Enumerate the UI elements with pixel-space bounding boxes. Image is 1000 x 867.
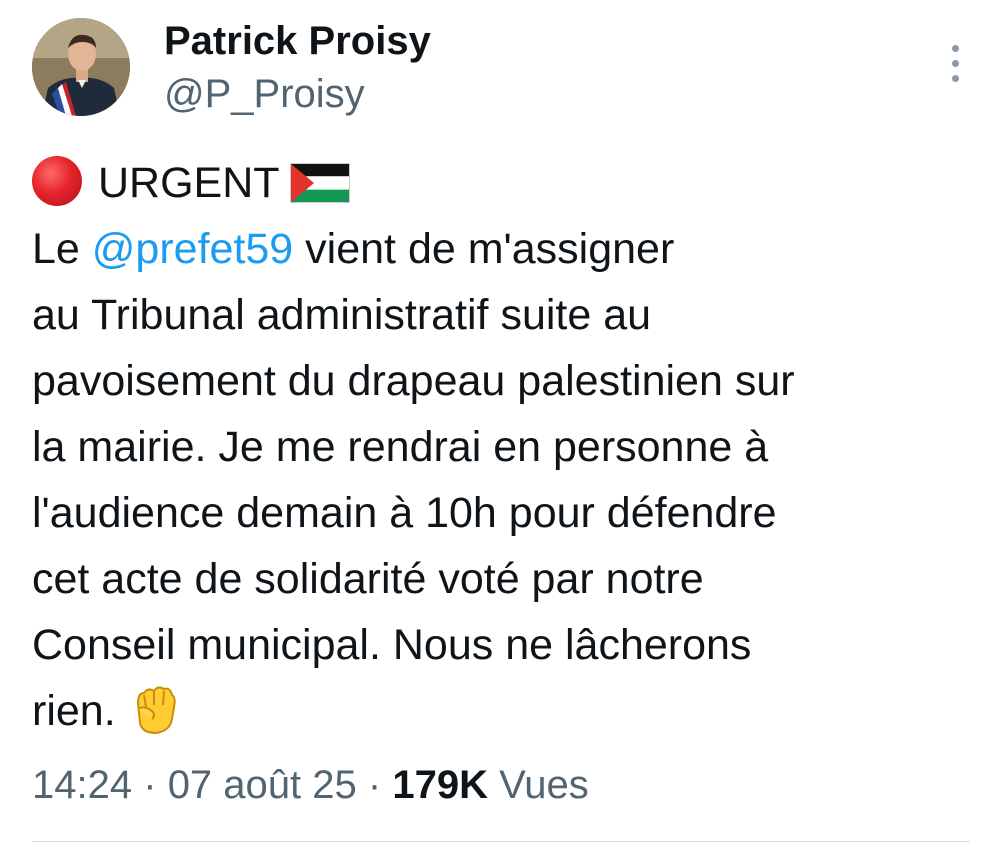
text-fragment: vient de m'assigner bbox=[293, 225, 675, 273]
meta-separator: · bbox=[367, 763, 382, 807]
tweet-line: rien. bbox=[32, 678, 982, 744]
more-options-button[interactable] bbox=[944, 42, 968, 86]
tweet-line: la mairie. Je me rendrai en personne à bbox=[32, 423, 769, 471]
tweet-date[interactable]: 07 août 25 bbox=[168, 763, 357, 807]
tweet-card: Patrick Proisy @P_Proisy URGENT Le @pref… bbox=[0, 0, 1000, 867]
author-names: Patrick Proisy @P_Proisy bbox=[164, 18, 431, 118]
red-circle-icon bbox=[32, 156, 82, 206]
view-count: 179K bbox=[392, 763, 488, 807]
tweet-line: cet acte de solidarité voté par notre bbox=[32, 555, 704, 603]
raised-fist-icon bbox=[136, 686, 176, 735]
tweet-line: URGENT bbox=[32, 150, 982, 216]
person-portrait-icon bbox=[32, 18, 130, 116]
more-dot-icon bbox=[952, 45, 959, 52]
tweet-text: URGENT Le @prefet59 vient de m'assigner … bbox=[32, 150, 982, 744]
views-label: Vues bbox=[499, 763, 589, 807]
tweet-header: Patrick Proisy @P_Proisy bbox=[32, 18, 972, 128]
tweet-line: Conseil municipal. Nous ne lâcherons bbox=[32, 621, 752, 669]
tweet-time[interactable]: 14:24 bbox=[32, 763, 132, 807]
more-dot-icon bbox=[952, 60, 959, 67]
meta-separator: · bbox=[143, 763, 157, 807]
urgent-label: URGENT bbox=[98, 159, 280, 207]
text-fragment: rien. bbox=[32, 687, 116, 735]
display-name[interactable]: Patrick Proisy bbox=[164, 18, 431, 64]
tweet-line: Le @prefet59 vient de m'assigner bbox=[32, 216, 982, 282]
user-handle[interactable]: @P_Proisy bbox=[164, 70, 431, 118]
mention-link[interactable]: @prefet59 bbox=[92, 225, 293, 273]
tweet-line: l'audience demain à 10h pour défendre bbox=[32, 489, 777, 537]
palestinian-flag-icon bbox=[289, 163, 350, 203]
tweet-line: pavoisement du drapeau palestinien sur bbox=[32, 357, 795, 405]
tweet-meta: 14:24 · 07 août 25 · 179K Vues bbox=[32, 760, 589, 810]
divider bbox=[32, 841, 970, 842]
tweet-line: au Tribunal administratif suite au bbox=[32, 291, 652, 339]
text-fragment: Le bbox=[32, 225, 92, 273]
more-dot-icon bbox=[952, 75, 959, 82]
avatar[interactable] bbox=[32, 18, 130, 116]
